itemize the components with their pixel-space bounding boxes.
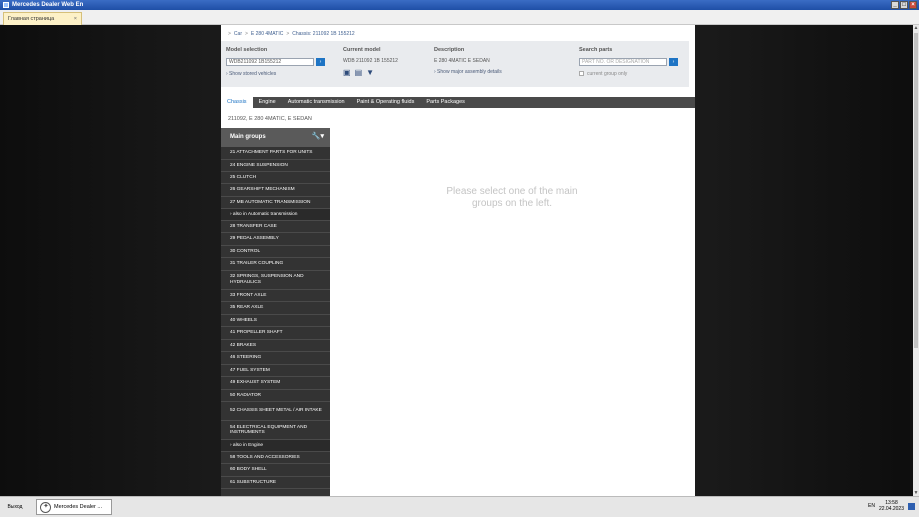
- tab-home-label: Главная страница: [8, 16, 55, 22]
- group-crossref-link[interactable]: › also in Engine: [221, 440, 330, 452]
- tab-strip: Главная страница ×: [0, 10, 919, 25]
- main-group-item[interactable]: 47 FUEL SYSTEM: [221, 365, 330, 377]
- main-group-item[interactable]: 25 CLUTCH: [221, 172, 330, 184]
- main-groups-heading: Main groups: [230, 134, 266, 140]
- main-group-item[interactable]: 21 ATTACHMENT PARTS FOR UNITS: [221, 147, 330, 160]
- clock[interactable]: 13:58 22.04.2023: [879, 500, 904, 512]
- main-groups-sidebar: Main groups 🔧▾ 21 ATTACHMENT PARTS FOR U…: [221, 128, 330, 496]
- tab-parts-packages[interactable]: Parts Packages: [420, 97, 471, 108]
- vertical-scrollbar[interactable]: ▲ ▼: [913, 25, 919, 496]
- vin-input[interactable]: WDB211092 1B155212: [226, 58, 314, 66]
- part-search-go-button[interactable]: ›: [669, 58, 678, 66]
- main-group-item[interactable]: 24 ENGINE SUSPENSION: [221, 160, 330, 172]
- main-group-item[interactable]: 32 SPRINGS, SUSPENSION AND HYDRAULICS: [221, 271, 330, 290]
- main-group-item[interactable]: 46 STEERING: [221, 352, 330, 365]
- main-group-item[interactable]: 30 CONTROL: [221, 246, 330, 258]
- main-group-item[interactable]: 35 REAR AXLE: [221, 302, 330, 315]
- description-heading: Description: [434, 47, 465, 53]
- window-title: Mercedes Dealer Web En: [12, 2, 84, 8]
- subtabs: Chassis Engine Automatic transmission Pa…: [221, 97, 695, 108]
- window-controls: _ □ ×: [891, 1, 917, 9]
- tab-home[interactable]: Главная страница ×: [3, 12, 82, 25]
- current-model-value: WDB 211092 1B 155212: [343, 58, 398, 64]
- select-group-message: Please select one of the main groups on …: [446, 186, 578, 209]
- main-group-item[interactable]: 61 SUBSTRUCTURE: [221, 477, 330, 489]
- main-group-item[interactable]: 42 BRAKES: [221, 340, 330, 352]
- main-group-item[interactable]: 41 PROPELLER SHAFT: [221, 327, 330, 340]
- main-group-item[interactable]: 31 TRAILER COUPLING: [221, 258, 330, 271]
- save-icon[interactable]: ▣: [343, 68, 351, 77]
- main-group-item[interactable]: 50 RADIATOR: [221, 390, 330, 402]
- main-group-item[interactable]: 33 FRONT AXLE: [221, 290, 330, 302]
- breadcrumb: > Car > E 280 4MATIC > Chassis: 211092 1…: [228, 31, 355, 37]
- breadcrumb-chassis[interactable]: Chassis: 211092 1B 155212: [292, 31, 354, 37]
- model-info-box: Model selection WDB211092 1B155212 › › Sh…: [221, 41, 689, 87]
- filter-icon[interactable]: ▼: [366, 68, 374, 77]
- exit-button[interactable]: Выход: [2, 501, 28, 513]
- search-parts-heading: Search parts: [579, 47, 613, 53]
- window-titlebar: Mercedes Dealer Web En _ □ ×: [0, 0, 919, 10]
- breadcrumb-chevron-icon: >: [286, 31, 290, 37]
- vin-go-button[interactable]: ›: [316, 58, 325, 66]
- part-search-input[interactable]: PART NO. OR DESIGNATION: [579, 58, 667, 66]
- print-icon[interactable]: ▤: [355, 68, 363, 77]
- description-column: Description E 280 4MATIC E SEDAN › Show …: [434, 47, 502, 75]
- breadcrumb-car[interactable]: Car: [234, 31, 242, 37]
- main-group-item[interactable]: 26 GEARSHIFT MECHANISM: [221, 184, 330, 197]
- group-crossref-link[interactable]: › also in Automatic transmission: [221, 209, 330, 221]
- close-window-button[interactable]: ×: [909, 1, 917, 9]
- main-panel: > Car > E 280 4MATIC > Chassis: 211092 1…: [221, 25, 695, 496]
- breadcrumb-chevron-icon: >: [244, 31, 248, 37]
- main-group-item[interactable]: 29 PEDAL ASSEMBLY: [221, 233, 330, 246]
- description-value: E 280 4MATIC E SEDAN: [434, 58, 490, 64]
- breadcrumb-chevron-icon: >: [228, 31, 231, 37]
- main-group-item[interactable]: 58 TOOLS AND ACCESSORIES: [221, 452, 330, 464]
- tab-engine[interactable]: Engine: [253, 97, 282, 108]
- close-tab-icon[interactable]: ×: [74, 16, 77, 22]
- wrench-icon[interactable]: 🔧▾: [312, 132, 324, 140]
- taskbar: Выход Mercedes Dealer ... EN 13:58 22.04…: [0, 496, 919, 517]
- main-group-item[interactable]: 60 BODY SHELL: [221, 464, 330, 477]
- main-groups-list: 21 ATTACHMENT PARTS FOR UNITS 24 ENGINE S…: [221, 147, 330, 489]
- major-assembly-link[interactable]: › Show major assembly details: [434, 69, 502, 75]
- mercedes-logo-icon: [40, 501, 51, 513]
- model-selection-column: Model selection WDB211092 1B155212 › › Sh…: [226, 47, 325, 77]
- show-desktop-icon[interactable]: [908, 502, 915, 510]
- model-actions: ▣ ▤ ▼: [343, 68, 398, 77]
- main-group-item[interactable]: 28 TRANSFER CASE: [221, 221, 330, 233]
- main-group-item[interactable]: 49 EXHAUST SYSTEM: [221, 377, 330, 390]
- current-group-only-checkbox[interactable]: [579, 71, 584, 77]
- scrollbar-thumb[interactable]: [914, 33, 918, 348]
- main-group-item[interactable]: 54 ELECTRICAL EQUIPMENT AND INSTRUMENTS: [221, 421, 330, 440]
- scroll-up-icon[interactable]: ▲: [913, 25, 919, 31]
- vehicle-description: 211092, E 280 4MATIC, E SEDAN: [228, 116, 312, 122]
- tab-paint-fluids[interactable]: Paint & Operating fluids: [351, 97, 421, 108]
- minimize-button[interactable]: _: [891, 1, 899, 9]
- show-stored-vehicles-link[interactable]: › Show stored vehicles: [226, 71, 325, 77]
- app-icon: [3, 2, 9, 8]
- current-model-heading: Current model: [343, 47, 381, 53]
- current-model-column: Current model WDB 211092 1B 155212 ▣ ▤ ▼: [343, 47, 398, 77]
- model-selection-heading: Model selection: [226, 47, 268, 53]
- current-group-only-label: current group only: [587, 71, 628, 77]
- main-group-item[interactable]: 27 MB AUTOMATIC TRANSMISSION: [221, 197, 330, 209]
- tab-automatic-transmission[interactable]: Automatic transmission: [282, 97, 351, 108]
- current-group-only-option: current group only: [579, 71, 678, 77]
- search-parts-column: Search parts PART NO. OR DESIGNATION › cu…: [579, 47, 678, 77]
- taskbar-app-label: Mercedes Dealer ...: [54, 504, 102, 510]
- clock-date: 22.04.2023: [878, 506, 904, 512]
- taskbar-app-button[interactable]: Mercedes Dealer ...: [36, 499, 112, 515]
- system-tray: EN 13:58 22.04.2023: [868, 500, 915, 512]
- main-group-item[interactable]: 52 CHASSIS SHEET METAL / AIR INTAKE: [221, 402, 330, 421]
- maximize-button[interactable]: □: [900, 1, 908, 9]
- breadcrumb-model[interactable]: E 280 4MATIC: [251, 31, 283, 37]
- tab-chassis[interactable]: Chassis: [221, 97, 253, 108]
- main-group-item[interactable]: 40 WHEELS: [221, 315, 330, 327]
- language-indicator[interactable]: EN: [868, 503, 875, 509]
- main-groups-header: Main groups 🔧▾: [221, 128, 330, 147]
